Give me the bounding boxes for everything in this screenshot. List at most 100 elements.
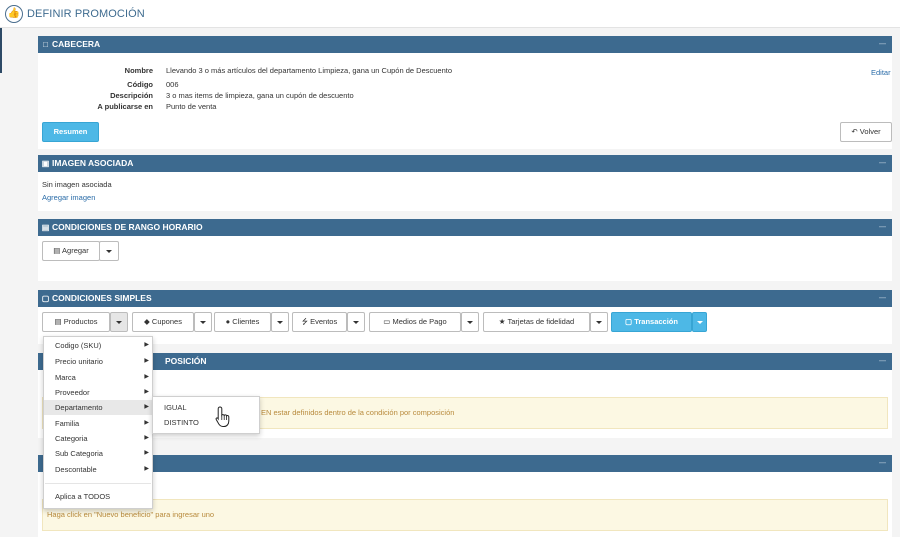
menu-item-familia[interactable]: Familia ▶ bbox=[44, 416, 152, 431]
submenu-item-distinto[interactable]: DISTINTO bbox=[153, 415, 259, 430]
caret-right-icon: ▶ bbox=[144, 374, 149, 380]
tarjetas-label: Tarjetas de fidelidad bbox=[507, 317, 575, 326]
caret-right-icon: ▶ bbox=[144, 389, 149, 395]
composicion-title: POSICIÓN bbox=[165, 356, 207, 366]
thumbs-up-icon: 👍 bbox=[5, 5, 23, 23]
imagen-title: IMAGEN ASOCIADA bbox=[52, 158, 134, 168]
menu-item-proveedor[interactable]: Proveedor ▶ bbox=[44, 385, 152, 400]
bolt-icon: ⭍ bbox=[301, 317, 309, 326]
composicion-warning-text: EN estar definidos dentro de la condició… bbox=[261, 408, 455, 417]
label-nombre: Nombre bbox=[124, 66, 153, 75]
main-content: □ CABECERA — Nombre Llevando 3 o más artí… bbox=[30, 28, 900, 537]
collapse-icon[interactable]: — bbox=[879, 219, 886, 236]
caret-right-icon: ▶ bbox=[144, 435, 149, 441]
page-title: DEFINIR PROMOCIÓN bbox=[27, 8, 145, 20]
menu-item-label: Proveedor bbox=[55, 388, 90, 397]
horario-header[interactable]: ▤ CONDICIONES DE RANGO HORARIO — bbox=[38, 219, 892, 236]
menu-divider bbox=[45, 483, 151, 484]
collapse-icon[interactable]: — bbox=[879, 155, 886, 172]
agregar-horario-label: Agregar bbox=[62, 246, 89, 255]
clientes-button[interactable]: ● Clientes bbox=[214, 312, 271, 332]
volver-button[interactable]: ↶ Volver bbox=[840, 122, 892, 142]
collapse-icon[interactable]: — bbox=[879, 290, 886, 307]
reply-icon: ↶ bbox=[851, 127, 858, 136]
menu-item-label: Sub Categoria bbox=[55, 449, 103, 458]
transaccion-button[interactable]: ▢ Transacción bbox=[611, 312, 692, 332]
value-nombre: Llevando 3 o más artículos del departame… bbox=[166, 66, 453, 75]
collapse-icon[interactable]: — bbox=[879, 353, 886, 370]
caret-down-icon bbox=[696, 320, 703, 324]
menu-item-marca[interactable]: Marca ▶ bbox=[44, 370, 152, 385]
caret-down-icon bbox=[106, 249, 112, 253]
eventos-label: Eventos bbox=[310, 317, 338, 326]
menu-item-precio[interactable]: Precio unitario ▶ bbox=[44, 354, 152, 369]
beneficios-header[interactable]: — bbox=[38, 455, 892, 472]
resumen-button[interactable]: Resumen bbox=[42, 122, 99, 142]
agregar-horario-button[interactable]: ▤ Agregar bbox=[42, 241, 100, 261]
eventos-dropdown[interactable] bbox=[347, 312, 365, 332]
file-icon: ▢ bbox=[625, 317, 633, 326]
beneficios-warning: Haga click en "Nuevo beneficio" para ing… bbox=[42, 499, 888, 531]
left-strip bbox=[0, 28, 30, 537]
agregar-horario-dropdown[interactable] bbox=[99, 241, 119, 261]
horario-panel: ▤ CONDICIONES DE RANGO HORARIO — ▤ Agrega… bbox=[38, 219, 892, 281]
menu-item-label: Precio unitario bbox=[55, 357, 103, 366]
medios-pago-button[interactable]: ▭ Medios de Pago bbox=[369, 312, 461, 332]
productos-dropdown-menu: Codigo (SKU) ▶ Precio unitario ▶ Marca ▶ Pr… bbox=[43, 336, 153, 509]
cabecera-header[interactable]: □ CABECERA — bbox=[38, 36, 892, 53]
caret-right-icon: ▶ bbox=[144, 342, 149, 348]
cabecera-title: CABECERA bbox=[52, 39, 101, 49]
submenu-item-igual[interactable]: IGUAL bbox=[153, 400, 259, 415]
menu-item-label: Marca bbox=[55, 373, 76, 382]
transaccion-dropdown[interactable] bbox=[692, 312, 707, 332]
caret-right-icon: ▶ bbox=[144, 404, 149, 410]
label-descripcion: Descripción bbox=[110, 91, 153, 100]
tarjetas-dropdown[interactable] bbox=[590, 312, 608, 332]
menu-item-descontable[interactable]: Descontable ▶ bbox=[44, 462, 152, 477]
caret-right-icon: ▶ bbox=[144, 466, 149, 472]
caret-down-icon bbox=[116, 320, 122, 324]
eventos-button[interactable]: ⭍ Eventos bbox=[292, 312, 347, 332]
cupones-label: Cupones bbox=[151, 317, 182, 326]
menu-item-categoria[interactable]: Categoria ▶ bbox=[44, 431, 152, 446]
collapse-icon[interactable]: — bbox=[879, 36, 886, 53]
productos-dropdown[interactable] bbox=[110, 312, 128, 332]
calendar-icon: ▤ bbox=[41, 223, 50, 232]
clientes-label: Clientes bbox=[232, 317, 260, 326]
medios-pago-label: Medios de Pago bbox=[392, 317, 447, 326]
cupones-button[interactable]: ◆ Cupones bbox=[132, 312, 194, 332]
cart-icon: ▤ bbox=[54, 317, 62, 326]
departamento-submenu: IGUAL DISTINTO bbox=[152, 396, 260, 434]
caret-down-icon bbox=[277, 320, 283, 324]
menu-item-aplica-todos[interactable]: Aplica a TODOS bbox=[44, 489, 152, 504]
beneficios-panel: — Haga click en "Nuevo beneficio" para i… bbox=[38, 455, 892, 537]
caret-right-icon: ▶ bbox=[144, 358, 149, 364]
label-codigo: Código bbox=[127, 80, 153, 89]
simples-title: CONDICIONES SIMPLES bbox=[52, 293, 152, 303]
simples-panel: ▢ CONDICIONES SIMPLES — ▤ Productos ◆ Cup… bbox=[38, 290, 892, 344]
composicion-header[interactable]: POSICIÓN — bbox=[38, 353, 892, 370]
simples-header[interactable]: ▢ CONDICIONES SIMPLES — bbox=[38, 290, 892, 307]
caret-down-icon bbox=[200, 320, 206, 324]
imagen-panel: ▣ IMAGEN ASOCIADA — Sin imagen asociada A… bbox=[38, 155, 892, 211]
menu-item-subcategoria[interactable]: Sub Categoria ▶ bbox=[44, 446, 152, 461]
sidebar-edge bbox=[0, 28, 2, 73]
cupones-dropdown[interactable] bbox=[194, 312, 212, 332]
menu-item-departamento[interactable]: Departamento ▶ bbox=[44, 400, 152, 415]
tarjetas-button[interactable]: ★ Tarjetas de fidelidad bbox=[483, 312, 590, 332]
file-icon: ▢ bbox=[41, 294, 50, 303]
medios-pago-dropdown[interactable] bbox=[461, 312, 479, 332]
productos-label: Productos bbox=[63, 317, 98, 326]
menu-item-codigo[interactable]: Codigo (SKU) ▶ bbox=[44, 338, 152, 353]
menu-item-label: Categoria bbox=[55, 434, 88, 443]
agregar-imagen-link[interactable]: Agregar imagen bbox=[42, 193, 95, 202]
clientes-dropdown[interactable] bbox=[271, 312, 289, 332]
menu-item-label: Familia bbox=[55, 419, 80, 428]
user-icon: ● bbox=[225, 317, 231, 326]
imagen-header[interactable]: ▣ IMAGEN ASOCIADA — bbox=[38, 155, 892, 172]
collapse-icon[interactable]: — bbox=[879, 455, 886, 472]
bookmark-icon: □ bbox=[43, 40, 48, 49]
sin-imagen-text: Sin imagen asociada bbox=[42, 180, 112, 189]
editar-link[interactable]: Editar bbox=[871, 68, 891, 77]
productos-button[interactable]: ▤ Productos bbox=[42, 312, 110, 332]
